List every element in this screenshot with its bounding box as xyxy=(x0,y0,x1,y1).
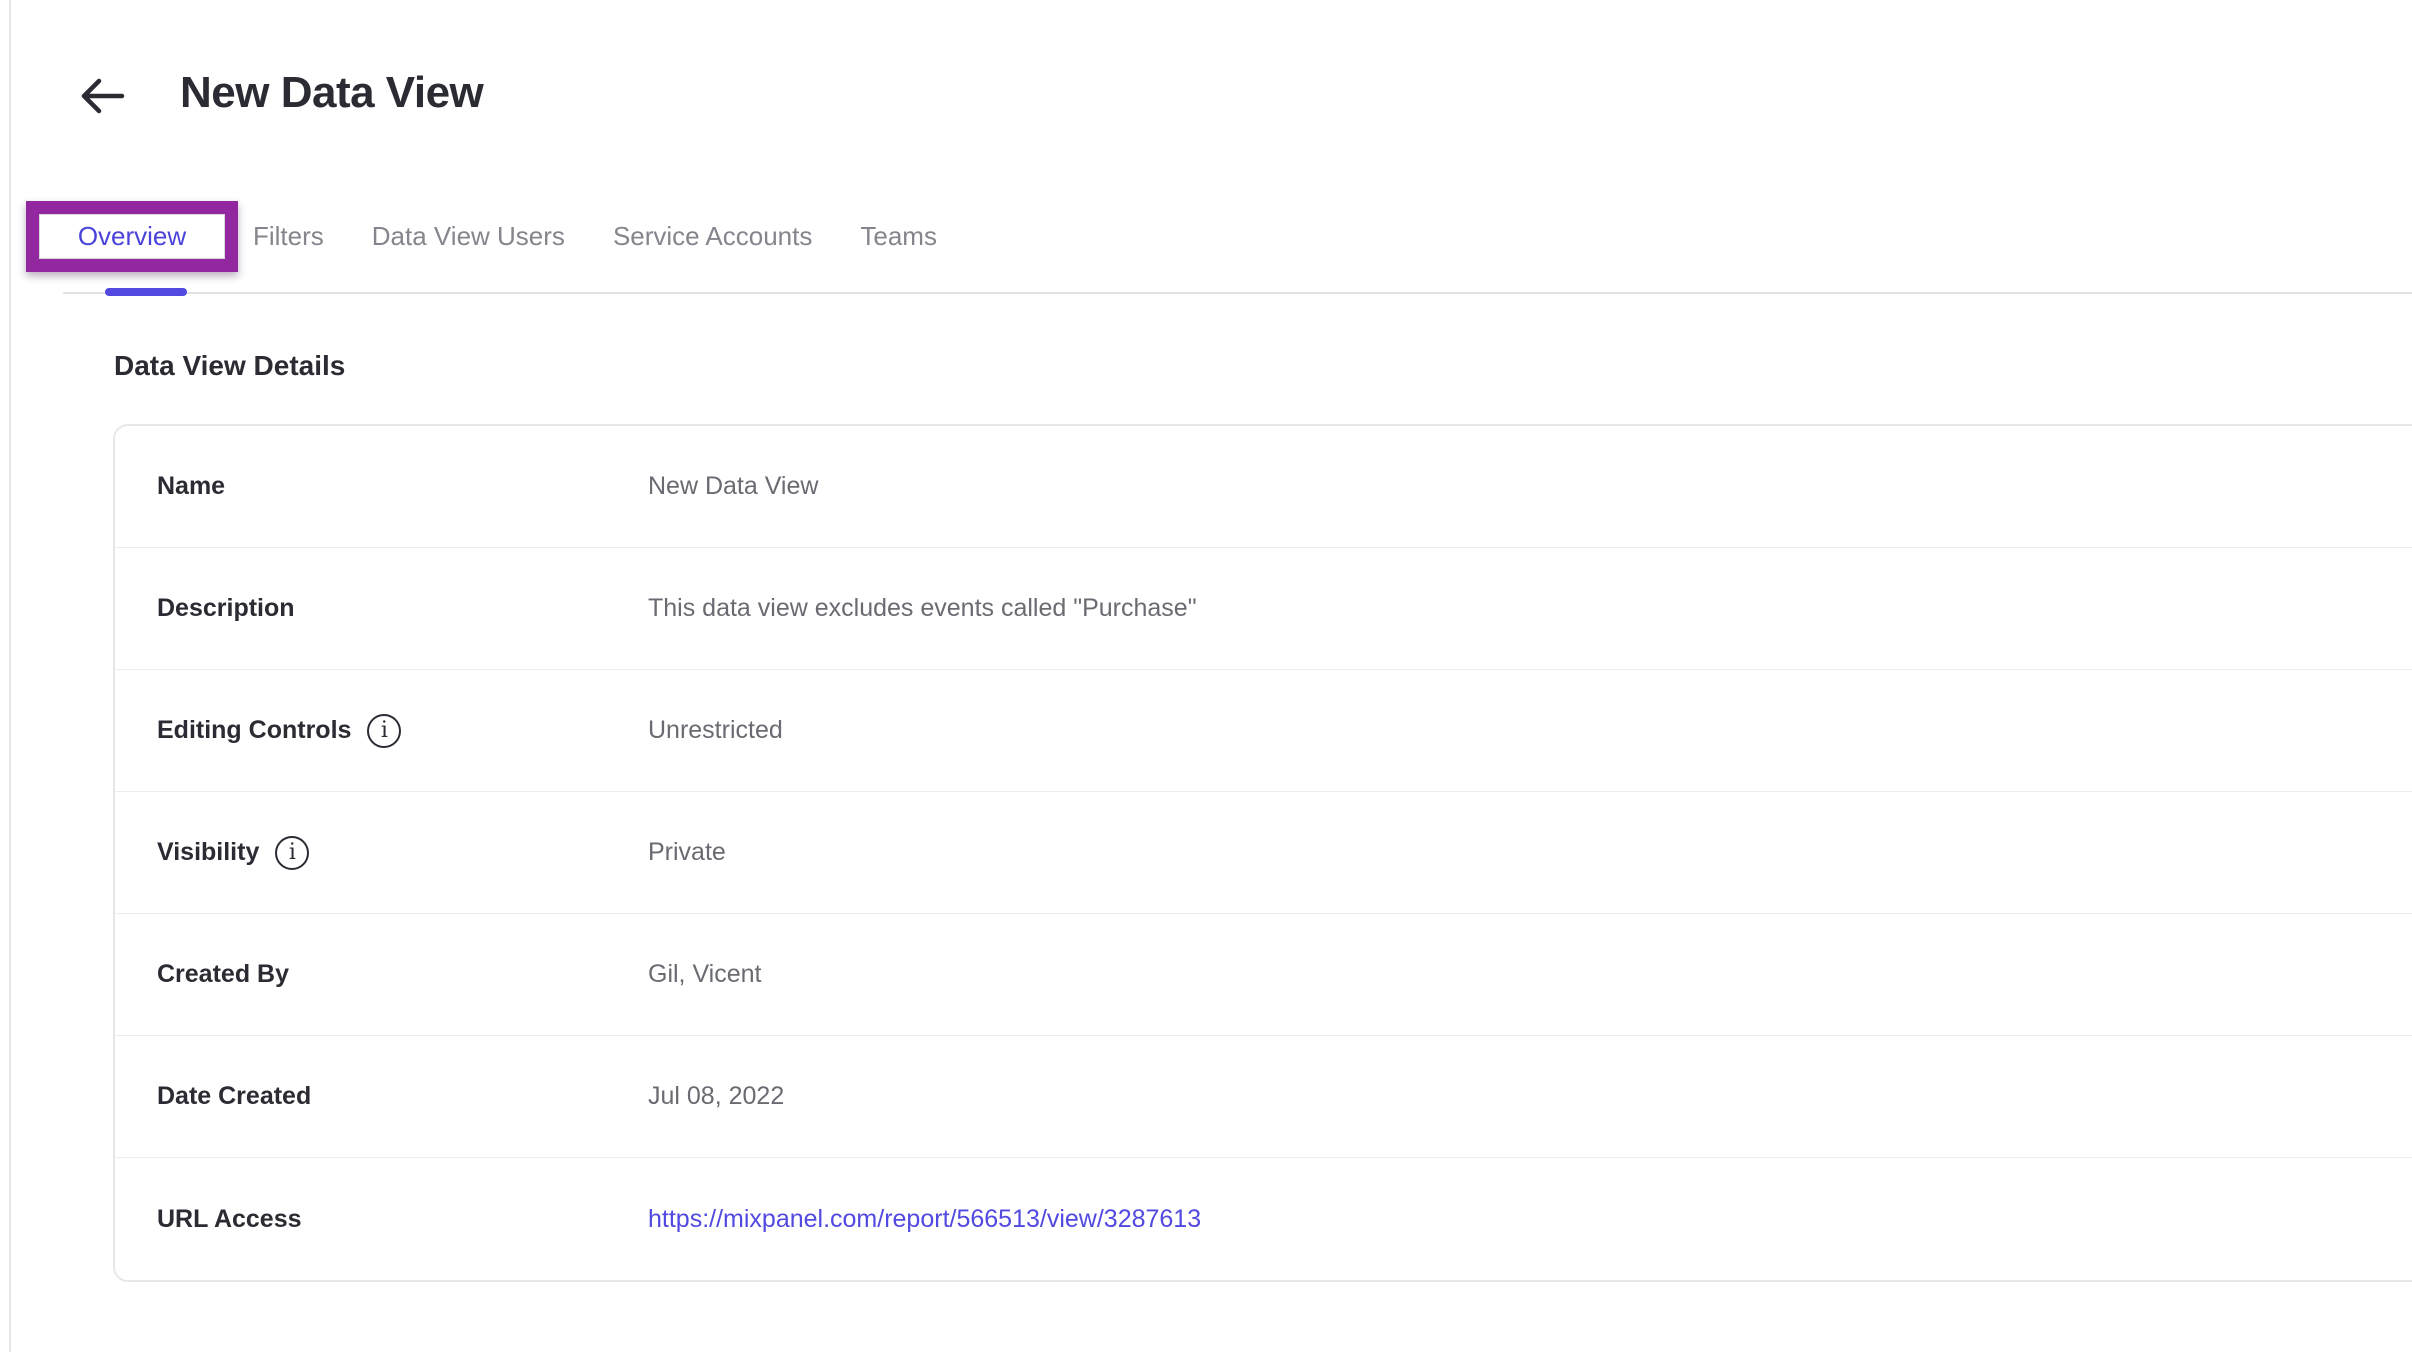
row-label-text: Visibility xyxy=(157,838,259,867)
tab-bar: Filters Data View Users Service Accounts… xyxy=(253,210,937,262)
row-label-text: Description xyxy=(157,594,295,623)
data-view-details-card: Name New Data View Description This data… xyxy=(113,424,2412,1282)
row-label-text: URL Access xyxy=(157,1205,302,1234)
table-row-url-access: URL Access https://mixpanel.com/report/5… xyxy=(115,1158,2412,1280)
table-row-date-created: Date Created Jul 08, 2022 xyxy=(115,1036,2412,1158)
row-label: Description xyxy=(115,594,648,623)
row-label: Editing Controls i xyxy=(115,714,648,748)
row-label-text: Date Created xyxy=(157,1082,311,1111)
pane-divider xyxy=(9,0,11,1352)
row-label: Name xyxy=(115,472,648,501)
data-view-settings-page: New Data View Overview Filters Data View… xyxy=(0,0,2412,1352)
tab-overview[interactable]: Overview xyxy=(39,214,225,259)
tab-filters[interactable]: Filters xyxy=(253,221,324,252)
table-row-name: Name New Data View xyxy=(115,426,2412,548)
tab-data-view-users[interactable]: Data View Users xyxy=(372,221,565,252)
tab-teams[interactable]: Teams xyxy=(860,221,937,252)
active-tab-indicator xyxy=(105,288,187,296)
row-value: Gil, Vicent xyxy=(648,960,761,989)
table-row-created-by: Created By Gil, Vicent xyxy=(115,914,2412,1036)
row-label: Created By xyxy=(115,960,648,989)
row-label-text: Created By xyxy=(157,960,289,989)
row-value: This data view excludes events called "P… xyxy=(648,594,1197,623)
row-label: Date Created xyxy=(115,1082,648,1111)
back-button[interactable] xyxy=(76,76,128,120)
row-label: Visibility i xyxy=(115,836,648,870)
arrow-left-icon xyxy=(79,77,125,120)
section-title: Data View Details xyxy=(114,350,345,382)
row-value: Private xyxy=(648,838,726,867)
annotation-highlight-box: Overview xyxy=(26,201,238,272)
tab-service-accounts[interactable]: Service Accounts xyxy=(613,221,812,252)
page-title: New Data View xyxy=(180,68,483,118)
info-icon[interactable]: i xyxy=(367,714,401,748)
row-value: Unrestricted xyxy=(648,716,783,745)
table-row-description: Description This data view excludes even… xyxy=(115,548,2412,670)
row-label-text: Name xyxy=(157,472,225,501)
row-value: Jul 08, 2022 xyxy=(648,1082,784,1111)
tab-overview-label: Overview xyxy=(78,221,186,252)
info-icon[interactable]: i xyxy=(275,836,309,870)
row-label-text: Editing Controls xyxy=(157,716,351,745)
url-access-link[interactable]: https://mixpanel.com/report/566513/view/… xyxy=(648,1205,1201,1234)
row-value: New Data View xyxy=(648,472,818,501)
table-row-editing-controls: Editing Controls i Unrestricted xyxy=(115,670,2412,792)
row-label: URL Access xyxy=(115,1205,648,1234)
tab-bar-divider xyxy=(63,292,2412,294)
table-row-visibility: Visibility i Private xyxy=(115,792,2412,914)
